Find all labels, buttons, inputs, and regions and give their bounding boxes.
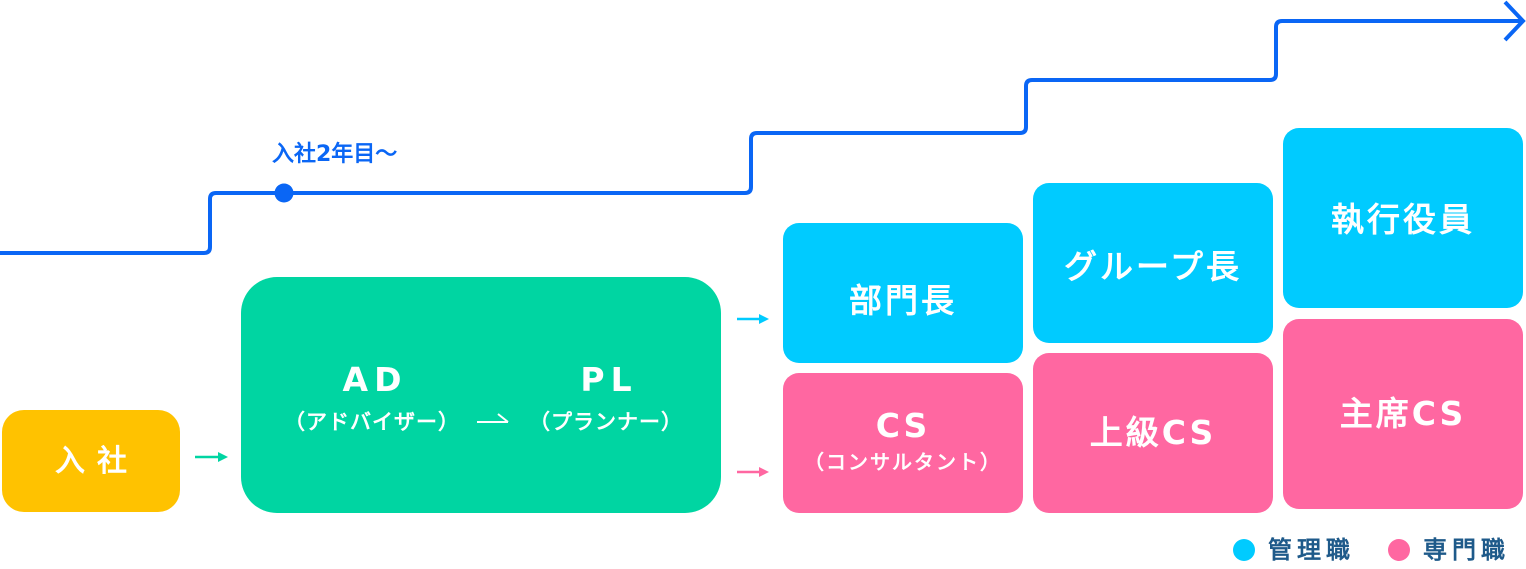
- stage-department-head-label: 部門長: [849, 280, 957, 320]
- stage-consultant: CS （コンサルタント）: [783, 373, 1023, 513]
- arrow-to-management-icon: [737, 314, 769, 324]
- stage-principal-cs-label: 主席CS: [1339, 393, 1467, 433]
- role-ad: AD （アドバイザー）: [262, 360, 482, 436]
- legend-item-management: 管理職: [1233, 536, 1355, 564]
- role-ad-code: AD: [342, 360, 408, 399]
- legend-label-management: 管理職: [1268, 536, 1355, 564]
- role-ad-name: （アドバイザー）: [284, 410, 460, 435]
- stage-senior-cs: 上級CS: [1033, 353, 1273, 513]
- stage-consultant-sub: （コンサルタント）: [804, 450, 1002, 475]
- arrow-ad-to-pl-icon: [477, 413, 509, 423]
- stage-entry: 入社: [2, 410, 180, 512]
- legend-dot-management: [1233, 539, 1255, 561]
- role-pl-name: （プランナー）: [529, 410, 683, 435]
- milestone-dot: [274, 183, 294, 203]
- arrow-to-specialist-icon: [737, 467, 769, 477]
- stage-entry-label: 入社: [55, 443, 139, 479]
- stage-executive-officer-label: 執行役員: [1331, 199, 1475, 239]
- legend-label-specialist: 専門職: [1423, 536, 1510, 564]
- arrow-entry-to-junior-icon: [195, 452, 228, 462]
- role-pl-code: PL: [580, 360, 638, 399]
- role-pl: PL （プランナー）: [516, 360, 696, 436]
- stage-group-leader: グループ長: [1033, 183, 1273, 343]
- stage-department-head: 部門長: [783, 223, 1023, 363]
- stage-principal-cs: 主席CS: [1283, 319, 1523, 509]
- stage-consultant-label: CS: [875, 405, 931, 445]
- legend-dot-specialist: [1388, 539, 1410, 561]
- milestone-label: 入社2年目〜: [272, 142, 398, 167]
- legend-item-specialist: 専門職: [1388, 536, 1510, 564]
- stage-senior-cs-label: 上級CS: [1089, 412, 1217, 452]
- stage-executive-officer: 執行役員: [1283, 128, 1523, 308]
- stage-group-leader-label: グループ長: [1063, 246, 1243, 286]
